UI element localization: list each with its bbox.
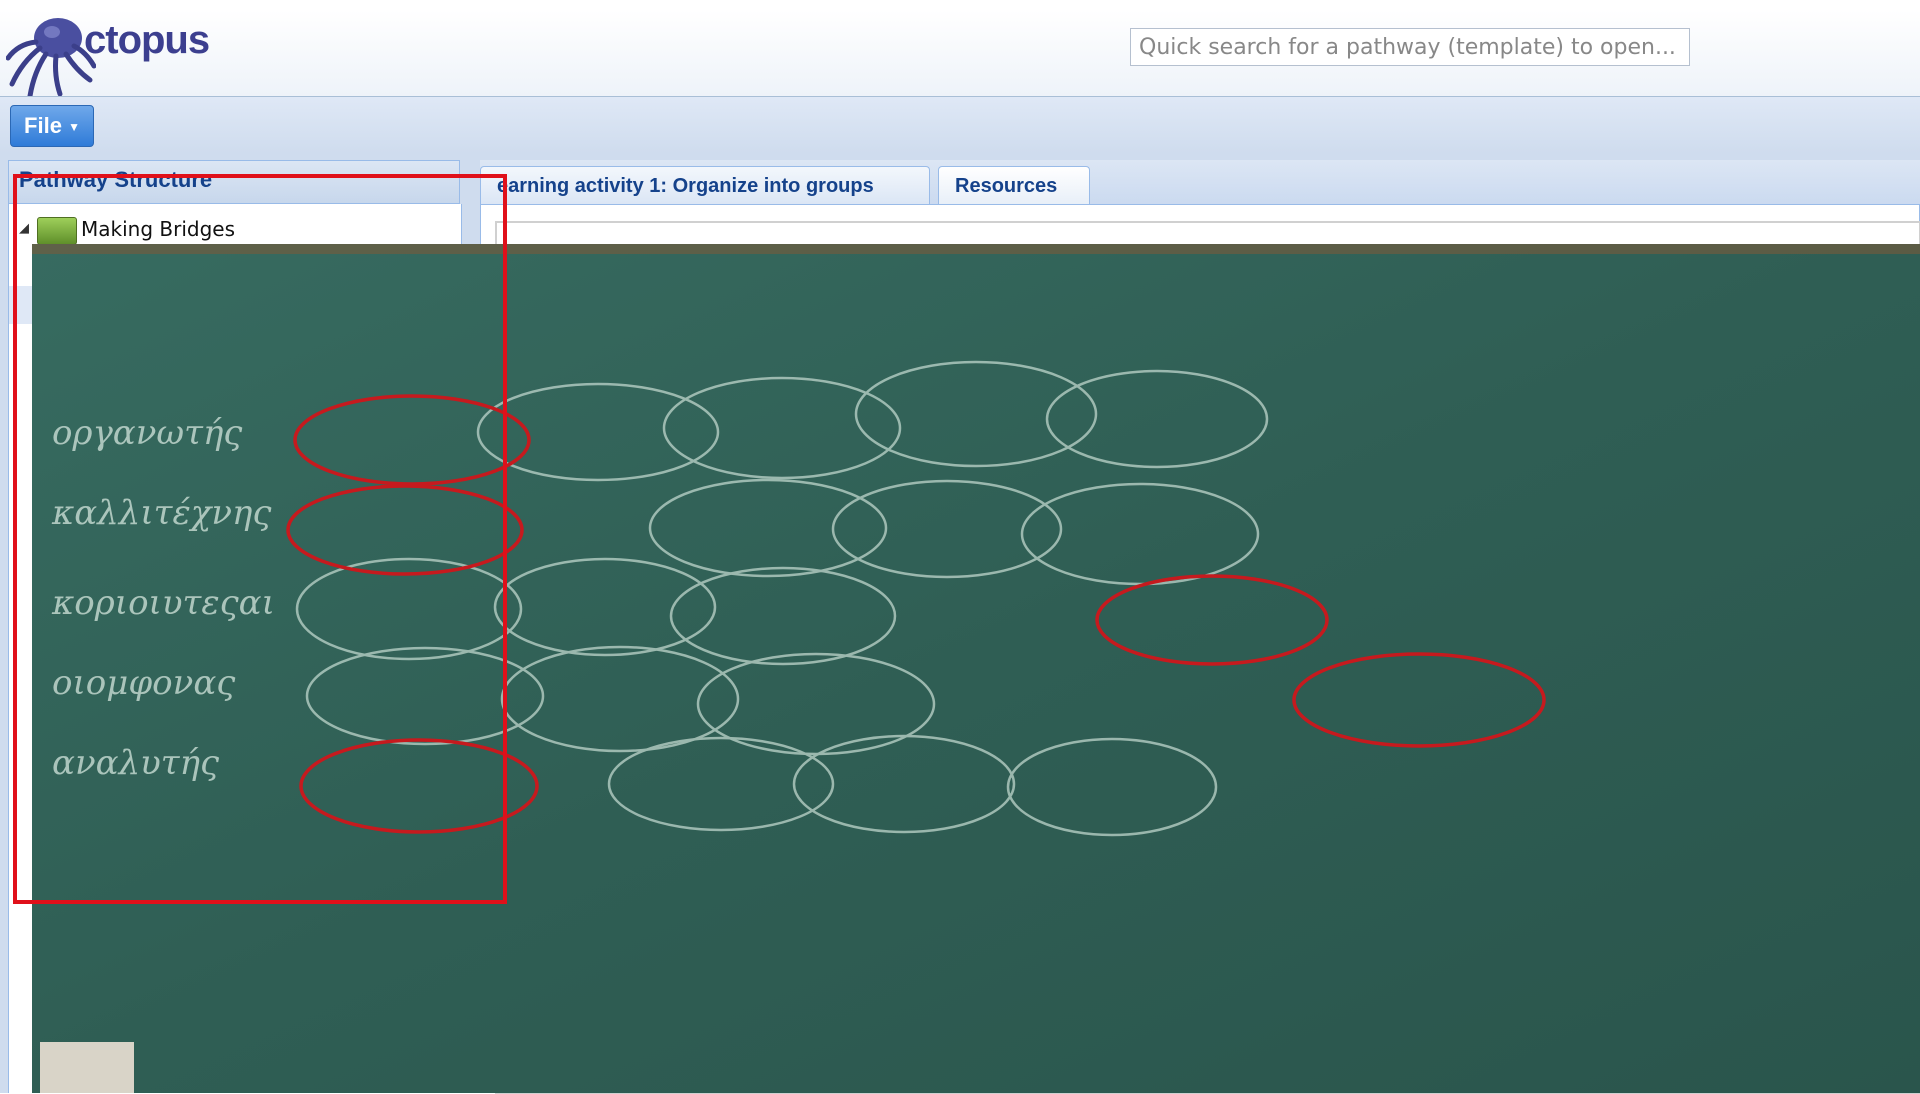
tab-strip: earning activity 1: Organize into groups… [480,160,1920,205]
file-menu-button[interactable]: File ▼ [10,105,94,147]
svg-text:κοριοιυτεςαι: κοριοιυτεςαι [51,583,275,623]
search-input[interactable]: Quick search for a pathway (template) to… [1130,28,1690,66]
svg-text:οιομφονας: οιομφονας [52,663,236,703]
tab-resources[interactable]: Resources [938,166,1090,204]
expand-toggle-icon[interactable]: ◢ [19,210,29,248]
chalkboard-photo: οργανωτής καλλιτέχνης κοριοιυτεςαι οιομφ… [32,244,1920,1093]
svg-text:οργανωτής: οργανωτής [52,413,243,453]
file-button-label: File [24,113,62,138]
octopus-icon [5,18,97,99]
tree-row[interactable]: ◢ Making Bridges [9,210,461,248]
toolbar: File ▼ [0,96,1920,153]
panel-title: Pathway Structure [8,160,460,204]
bridge-icon [37,217,77,245]
tab-learning-activity[interactable]: earning activity 1: Organize into groups [480,166,930,204]
logo-text: ctopus [84,18,210,62]
svg-text:καλλιτέχνης: καλλιτέχνης [51,493,272,533]
caret-down-icon: ▼ [68,120,80,135]
octopus-logo: ctopus [5,10,216,100]
svg-text:αναλυτής: αναλυτής [52,743,220,783]
app-header: ctopus Quick search for a pathway (templ… [0,10,1920,99]
tree-row-label: Making Bridges [81,217,235,241]
